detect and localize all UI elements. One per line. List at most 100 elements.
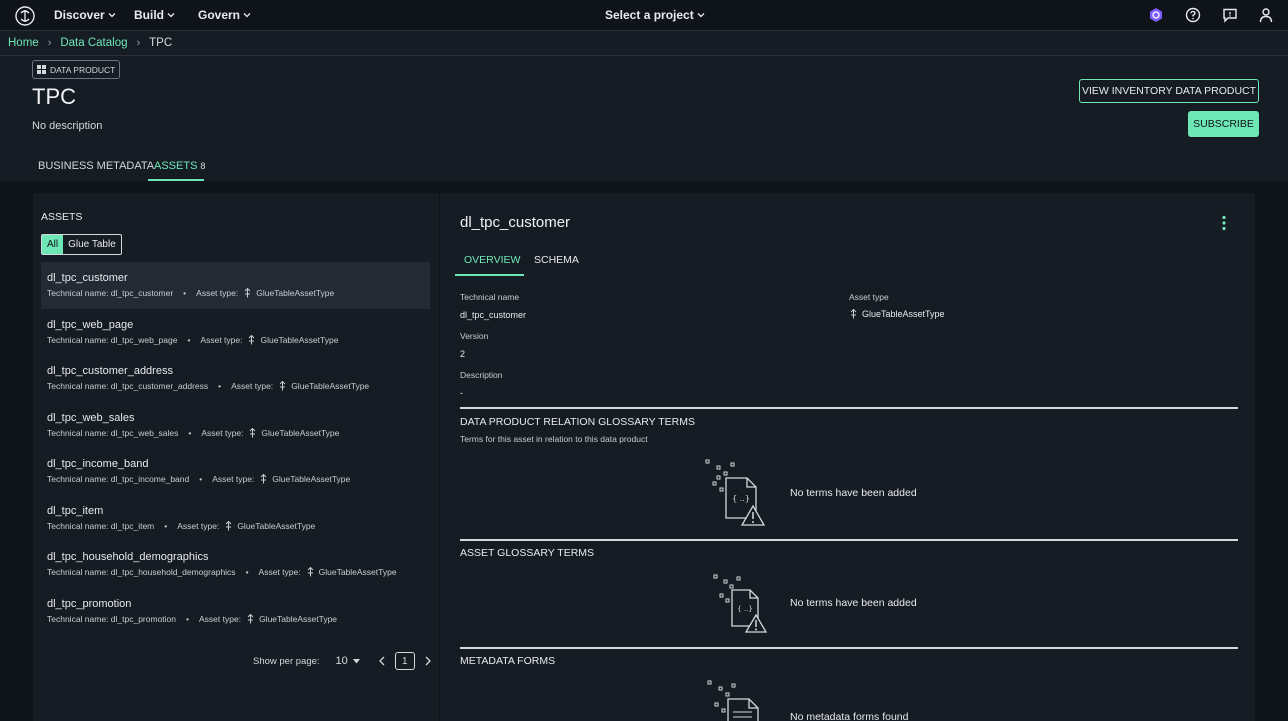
asset-name: dl_tpc_web_sales [47,411,135,424]
asset-type-value: GlueTableAssetType [259,613,338,624]
chevron-down-icon [167,13,175,18]
asset-type-label: Asset type: [231,381,274,391]
technical-name-label: Technical name: [47,334,109,345]
list-item[interactable]: dl_tpc_web_sales Technical name: dl_tpc_… [41,402,430,449]
asset-name: dl_tpc_income_band [47,458,149,470]
nav-build-menu[interactable]: Build [134,8,175,22]
description-value: - [460,388,463,398]
asset-name: dl_tpc_customer_address [47,365,173,377]
help-icon[interactable] [1185,7,1201,23]
section-divider [460,407,1238,409]
tab-assets-label: ASSETS [154,160,198,172]
chevron-down-icon [243,13,251,18]
tab-schema[interactable]: SCHEMA [534,254,579,266]
list-item[interactable]: dl_tpc_customer_address Technical name: … [41,355,430,402]
page-description: No description [32,120,103,132]
separator-dot: • [199,474,203,484]
user-icon[interactable] [1258,7,1274,23]
section-divider [460,647,1238,649]
chevron-down-icon [108,13,116,18]
chevron-right-icon: › [47,37,52,49]
technical-name-value: dl_tpc_customer [110,288,174,298]
nav-build-label: Build [134,8,164,22]
asset-name: dl_tpc_promotion [47,597,132,610]
more-options-icon[interactable] [1220,215,1228,231]
active-tab-indicator [455,274,524,276]
empty-document-warning-icon [707,680,759,721]
version-value: 2 [460,349,465,359]
technical-name-label: Technical name: [47,288,109,298]
chevron-right-icon: › [136,37,141,49]
empty-state-text: No terms have been added [790,597,917,609]
page-title: TPC [32,84,76,109]
asset-type-label: Asset type [849,292,889,302]
asset-meta: Technical name: dl_tpc_customer • Asset … [47,288,424,298]
feedback-icon[interactable] [1222,7,1238,23]
top-navigation: Discover Build Govern Select a project [0,0,1288,31]
technical-name-label: Technical name: [47,474,109,484]
chevron-down-icon [697,13,705,18]
glue-table-icon [260,474,267,484]
tab-assets[interactable]: ASSETS 8 [154,160,205,172]
list-item[interactable]: dl_tpc_customer Technical name: dl_tpc_c… [41,262,430,309]
assets-heading: ASSETS [41,211,83,223]
asset-meta: Technical name: dl_tpc_income_band • Ass… [47,474,424,484]
technical-name-label: Technical name: [47,567,109,577]
asset-type-value: GlueTableAssetType [291,381,370,391]
asset-meta: Technical name: dl_tpc_household_demogra… [47,567,424,577]
asset-type-label: Asset type: [212,474,255,484]
technical-name-value: dl_tpc_item [110,520,155,531]
subscribe-button[interactable]: SUBSCRIBE [1188,111,1259,137]
badge-label: DATA PRODUCT [50,64,116,75]
asset-type-filter: All Glue Table [41,234,122,255]
asset-meta: Technical name: dl_tpc_web_sales • Asset… [47,427,424,438]
section-title: METADATA FORMS [460,655,556,667]
technical-name-value: dl_tpc_customer [460,310,526,320]
asset-type-value: GlueTableAssetType [272,474,351,484]
asset-name: dl_tpc_customer [47,272,128,284]
nav-govern-menu[interactable]: Govern [198,8,251,22]
empty-state-text: No metadata forms found [790,711,909,721]
filter-all-button[interactable]: All [42,235,64,254]
asset-type-value: GlueTableAssetType [237,520,316,531]
list-item[interactable]: dl_tpc_item Technical name: dl_tpc_item … [41,495,430,542]
chevron-left-icon[interactable] [378,656,387,666]
asset-detail-title: dl_tpc_customer [460,214,571,231]
data-product-badge: DATA PRODUCT [32,60,121,79]
asset-type-label: Asset type: [258,567,301,577]
project-select[interactable]: Select a project [605,8,705,22]
nav-discover-menu[interactable]: Discover [54,8,116,22]
asset-name: dl_tpc_household_demographics [47,551,209,563]
technical-name-text: dl_tpc_customer [460,310,527,320]
glue-table-icon [250,427,256,437]
technical-name-value: dl_tpc_web_page [110,334,178,345]
tab-business-metadata[interactable]: BUSINESS METADATA [38,160,154,172]
page-number-button[interactable]: 1 [394,652,415,670]
sagemaker-logo-icon[interactable] [14,5,36,27]
section-subtitle: Terms for this asset in relation to this… [460,434,648,444]
list-item[interactable]: dl_tpc_promotion Technical name: dl_tpc_… [41,588,430,635]
asset-type-label: Asset type: [200,334,243,345]
asset-detail-panel: dl_tpc_customer OVERVIEW SCHEMA Technica… [440,193,1255,721]
list-item[interactable]: dl_tpc_income_band Technical name: dl_tp… [41,448,430,495]
chevron-right-icon[interactable] [423,656,432,666]
breadcrumb-data-catalog-link[interactable]: Data Catalog [60,37,127,49]
separator-dot: • [164,520,168,531]
view-inventory-button[interactable]: VIEW INVENTORY DATA PRODUCT [1079,79,1259,103]
technical-name-value: dl_tpc_customer_address [110,381,209,391]
nav-govern-label: Govern [198,8,241,22]
breadcrumb: Home › Data Catalog › TPC [0,31,1288,56]
separator-dot: • [187,334,191,345]
section-divider [460,539,1238,541]
glue-table-icon [307,567,313,577]
asset-type-value: GlueTableAssetType [318,567,397,577]
per-page-select[interactable]: 10 [336,655,360,667]
assets-panel: ASSETS All Glue Table dl_tpc_customer Te… [33,193,439,721]
glue-table-icon [850,309,857,319]
amazon-q-icon[interactable] [1148,7,1164,23]
breadcrumb-home-link[interactable]: Home [8,37,39,49]
filter-glue-table-button[interactable]: Glue Table [63,235,121,254]
list-item[interactable]: dl_tpc_household_demographics Technical … [41,541,430,588]
tab-overview[interactable]: OVERVIEW [464,254,520,266]
list-item[interactable]: dl_tpc_web_page Technical name: dl_tpc_w… [41,309,430,356]
